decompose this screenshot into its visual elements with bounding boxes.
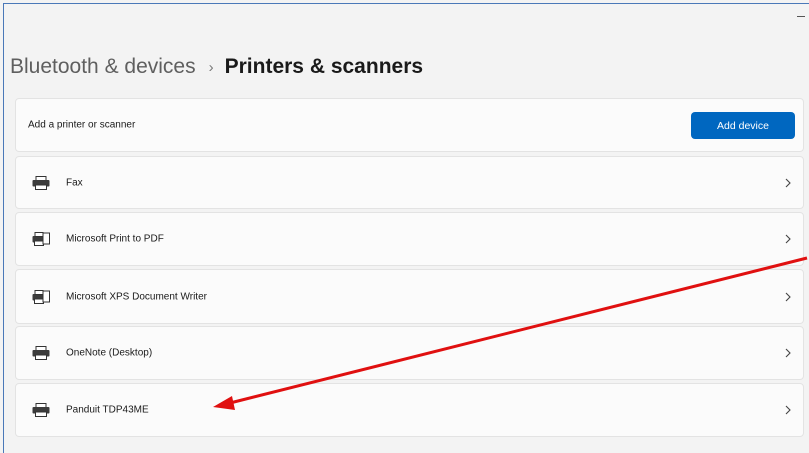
minimize-icon[interactable] (797, 16, 805, 17)
printer-row-microsoft-xps-document-writer[interactable]: Microsoft XPS Document Writer (15, 269, 804, 324)
printer-name: Microsoft XPS Document Writer (66, 291, 207, 302)
breadcrumb: Bluetooth & devices › Printers & scanner… (10, 55, 423, 79)
chevron-right-icon (785, 405, 791, 415)
add-printer-card: Add a printer or scanner Add device (15, 98, 804, 152)
printer-document-icon (32, 232, 50, 246)
printer-name: OneNote (Desktop) (66, 347, 153, 359)
chevron-right-icon (785, 234, 791, 244)
printer-document-icon (32, 289, 50, 304)
breadcrumb-parent-link[interactable]: Bluetooth & devices (10, 55, 196, 79)
chevron-right-icon (785, 348, 791, 358)
printer-name: Fax (66, 177, 83, 188)
printer-name: Panduit TDP43ME (66, 404, 149, 416)
printer-row-onenote-desktop[interactable]: OneNote (Desktop) (15, 326, 804, 380)
printer-row-panduit-tdp43me[interactable]: Panduit TDP43ME (15, 383, 804, 437)
page-title: Printers & scanners (224, 55, 424, 78)
breadcrumb-separator-icon: › (208, 58, 214, 76)
printer-icon (32, 346, 50, 360)
chevron-right-icon (785, 292, 791, 301)
printer-name: Microsoft Print to PDF (66, 233, 164, 245)
printer-row-microsoft-print-to-pdf[interactable]: Microsoft Print to PDF (15, 212, 804, 266)
add-printer-label: Add a printer or scanner (28, 119, 136, 131)
chevron-right-icon (785, 178, 791, 187)
printer-icon (32, 403, 50, 417)
add-device-button[interactable]: Add device (691, 112, 795, 139)
printer-icon (32, 175, 50, 190)
printer-row-fax[interactable]: Fax (15, 156, 804, 209)
